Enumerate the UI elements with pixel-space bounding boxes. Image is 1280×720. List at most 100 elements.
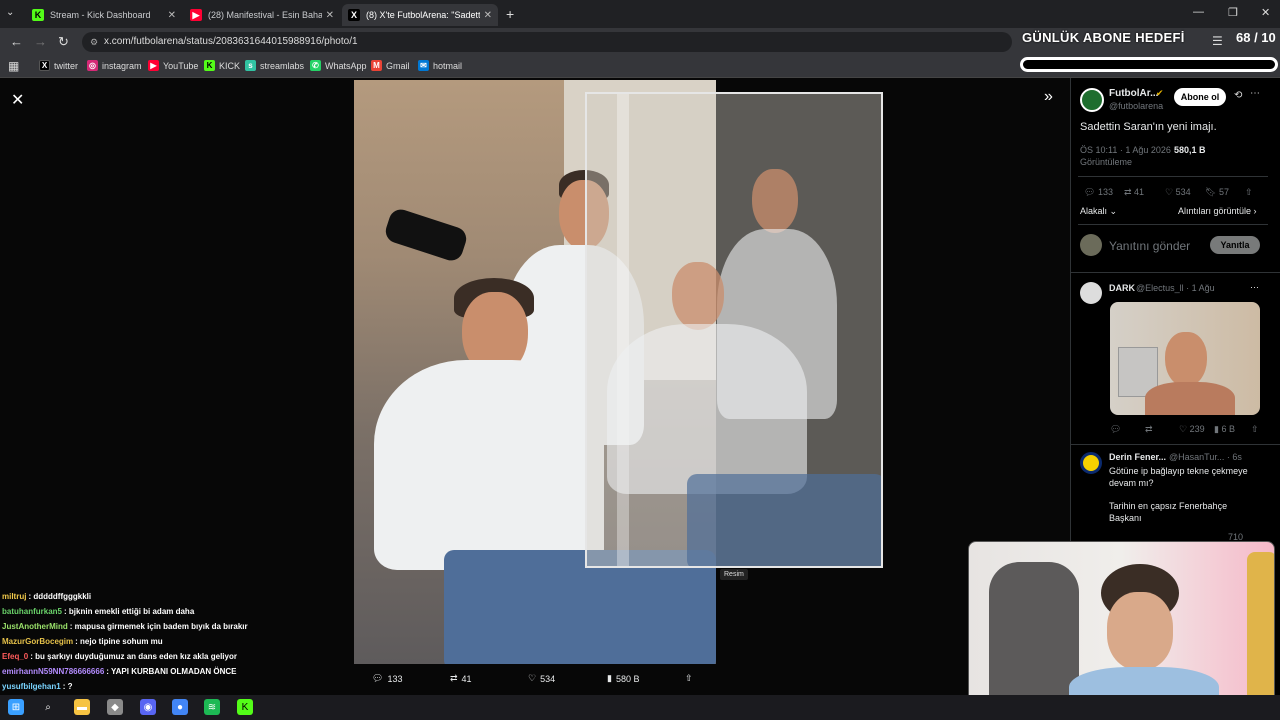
views-label: Görüntüleme [1080,157,1133,167]
files-icon[interactable]: ▬ [74,699,90,715]
bookmark-streamlabs[interactable]: s streamlabs [245,60,304,71]
reply-text: Tarihin en çapsız Fenerbahçe Başkanı [1109,501,1228,523]
spotify-icon[interactable]: ≋ [204,699,220,715]
bookmark-instagram[interactable]: ◎ instagram [87,60,142,71]
kick-icon[interactable]: K [237,699,253,715]
overlay-image-preview[interactable] [585,92,883,568]
close-tab-icon[interactable]: ✕ [326,10,334,21]
tab-title: (8) X'te FutbolArena: "Sadettin... [366,10,480,20]
reply-views[interactable]: ▮ 6 B [1214,424,1235,435]
bookmark-kick[interactable]: K KICK [204,60,240,71]
chat-username[interactable]: MazurGorBocegim [2,637,73,646]
kick-icon: K [32,9,44,21]
panel-repost-stat[interactable]: ⇄ 41 [1124,187,1144,198]
author-handle[interactable]: @futbolarena [1109,101,1163,111]
bookmark-hotmail[interactable]: ✉ hotmail [418,60,462,71]
more-icon[interactable]: ⋯ [1250,282,1259,293]
address-bar[interactable]: ⚙ x.com/futbolarena/status/2083631644015… [82,32,1012,52]
share-action[interactable]: ⇧ [685,673,693,684]
reply-button[interactable]: Yanıtla [1210,236,1260,254]
reply-action[interactable]: 💬︎ 133 [372,673,402,684]
bookmark-gmail[interactable]: M Gmail [371,60,410,71]
app-icon[interactable]: ◆ [107,699,123,715]
chat-username[interactable]: Efeq_0 [2,652,28,661]
photo-hair-dryer [382,206,470,264]
back-icon[interactable]: ← [10,34,23,49]
repost-action[interactable]: ⇄ 41 [450,673,472,684]
view-quotes-link[interactable]: Alıntıları görüntüle › [1178,206,1257,216]
preview-seated-shirt [607,324,807,494]
views-action[interactable]: ▮ 580 B [607,673,639,684]
chat-username[interactable]: batuhanfurkan5 [2,607,62,616]
close-viewer-icon[interactable]: ✕ [11,90,24,110]
follow-button[interactable]: Abone ol [1174,88,1226,106]
reply-avatar[interactable] [1080,452,1102,474]
preview-stripe [617,94,629,566]
x-icon: X [348,9,360,21]
restore-icon[interactable]: ❐ [1228,6,1238,19]
reply-author[interactable]: DARK [1109,283,1135,293]
chat-username[interactable]: JustAnotherMind [2,622,68,631]
chat-username[interactable]: yusufbilgehan1 [2,682,61,691]
reload-icon[interactable]: ↻ [58,34,69,50]
reply-reply-icon[interactable]: 💬︎ [1110,424,1121,435]
expand-panel-icon[interactable]: » [1044,88,1053,106]
reply-author[interactable]: Derin Fener... [1109,452,1166,462]
reply-count: 133 [1097,187,1113,197]
new-tab-button[interactable]: + [506,6,514,22]
forward-icon[interactable]: → [34,34,47,49]
chat-username[interactable]: miltruj [2,592,26,601]
x-icon: X [39,60,50,71]
tab-title: (28) Manifestival - Esin Bahat I... [208,10,322,20]
chrome-icon[interactable]: ● [172,699,188,715]
tab-x-futbolarena[interactable]: X (8) X'te FutbolArena: "Sadettin... ✕ [342,4,498,26]
close-window-icon[interactable]: ✕ [1261,6,1270,19]
bookmark-youtube[interactable]: ▶ YouTube [148,60,198,71]
heart-icon: ♡ [528,673,537,683]
more-icon[interactable]: ⋯ [1250,88,1260,99]
menu-icon[interactable]: ☰ [1212,34,1223,48]
tab-youtube[interactable]: ▶ (28) Manifestival - Esin Bahat I... ✕ [184,4,340,26]
chat-username[interactable]: emirhannN59NN786666666 [2,667,104,676]
divider [1078,224,1268,225]
bookmark-twitter[interactable]: Xtwitter [39,60,78,71]
panel-bookmark-stat[interactable]: 🔖︎ 57 [1205,187,1229,198]
discord-icon[interactable]: ◉ [140,699,156,715]
panel-like-stat[interactable]: ♡ 534 [1165,187,1191,198]
bookmark-whatsapp[interactable]: ✆ WhatsApp [310,60,367,71]
reply-handle[interactable]: @HasanTur... · 6s [1169,452,1242,462]
close-tab-icon[interactable]: ✕ [168,10,176,21]
author-avatar[interactable] [1080,88,1104,112]
preview-jeans [687,474,881,566]
reply-input[interactable]: Yanıtını gönder [1109,239,1190,253]
chat-text: YAPI KURBANI OLMADAN ÖNCE [111,667,237,676]
panel-reply-stat[interactable]: 💬︎ 133 [1084,187,1113,198]
apps-grid-icon[interactable]: ▦ [8,59,19,73]
author-name[interactable]: FutbolAr... [1109,88,1158,99]
tweet-text: Sadettin Saran'ın yeni imajı. [1080,121,1217,133]
chart-icon: ▮ [607,673,612,683]
tab-search-icon[interactable]: ⌄ [6,7,14,18]
reply-avatar[interactable] [1080,282,1102,304]
chat-text: bu şarkıyı duyduğumuz an dans eden kız a… [35,652,237,661]
close-tab-icon[interactable]: ✕ [484,10,492,21]
reply-handle[interactable]: @Electus_ll · 1 Ağu [1136,283,1215,293]
tweet-timestamp[interactable]: ÖS 10:11 · 1 Ağu 2026 · [1080,145,1176,155]
minimize-icon[interactable]: — [1193,6,1204,18]
tab-kick-dashboard[interactable]: K Stream - Kick Dashboard ✕ [26,4,182,26]
reply-like[interactable]: ♡ 239 [1179,424,1205,435]
reply-repost-icon[interactable]: ⇄ [1145,424,1153,435]
panel-share-icon[interactable]: ⇧ [1245,187,1253,198]
chat-text: bjknin emekli ettiği bi adam daha [68,607,195,616]
instagram-icon: ◎ [87,60,98,71]
windows-icon[interactable]: ⊞ [8,699,24,715]
like-action[interactable]: ♡ 534 [528,673,555,684]
reply-media[interactable] [1110,302,1260,415]
search-icon[interactable]: ⌕ [40,699,56,715]
webcam-face [1107,592,1173,670]
reply-share-icon[interactable]: ⇧ [1251,424,1259,435]
grok-icon[interactable]: ⟲ [1234,90,1242,101]
quotes-label: Alıntıları görüntüle [1178,206,1252,216]
site-info-icon[interactable]: ⚙ [90,32,98,52]
sort-dropdown[interactable]: Alakalı ⌄ [1080,206,1117,217]
